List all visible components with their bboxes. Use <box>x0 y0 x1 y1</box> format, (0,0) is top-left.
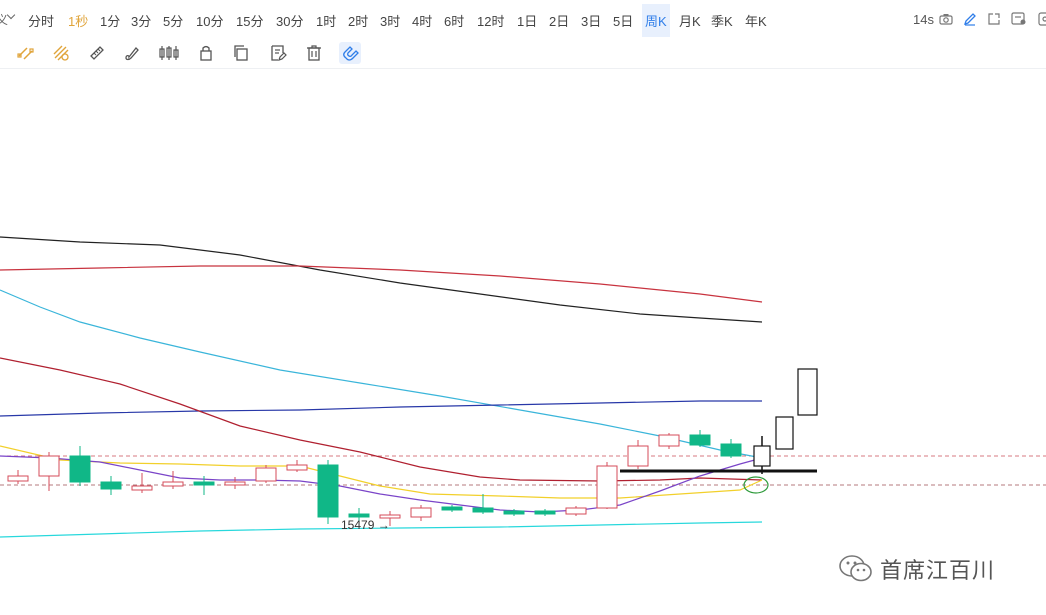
projected-candle-2 <box>797 368 818 416</box>
ma-line-4 <box>0 400 762 417</box>
ma-line-2 <box>0 265 763 303</box>
candle-2 <box>38 455 60 477</box>
projected-candle-1 <box>775 416 794 450</box>
candle-16 <box>472 507 494 513</box>
candle-12 <box>348 513 370 518</box>
candle-3 <box>69 455 91 483</box>
low-price-label: 15479 → <box>341 518 390 532</box>
candle-4 <box>100 481 122 490</box>
candle-9 <box>255 467 277 482</box>
candle-18 <box>534 510 556 515</box>
candle-7 <box>193 481 215 486</box>
watermark-text: 首席江百川 <box>880 559 996 584</box>
watermark: 首席江百川 <box>838 553 995 585</box>
candle-10 <box>286 464 308 471</box>
kline-chart[interactable]: 15479 → <box>0 0 1046 615</box>
candle-17 <box>503 510 525 515</box>
candle-6 <box>162 481 184 487</box>
candle-14 <box>410 507 432 518</box>
candle-19 <box>565 507 587 515</box>
candle-22 <box>658 434 680 447</box>
candle-5 <box>131 485 153 491</box>
candle-15 <box>441 506 463 511</box>
candle-1 <box>7 475 29 482</box>
candle-23 <box>689 434 711 446</box>
candle-8 <box>224 481 246 486</box>
ma-line-3 <box>0 289 763 459</box>
wechat-icon <box>839 555 872 582</box>
candle-11 <box>317 464 339 518</box>
candle-24 <box>720 443 742 457</box>
current-candle <box>753 445 771 467</box>
candle-20 <box>596 465 618 509</box>
candle-21 <box>627 445 649 467</box>
ma-line-1 <box>0 236 763 323</box>
